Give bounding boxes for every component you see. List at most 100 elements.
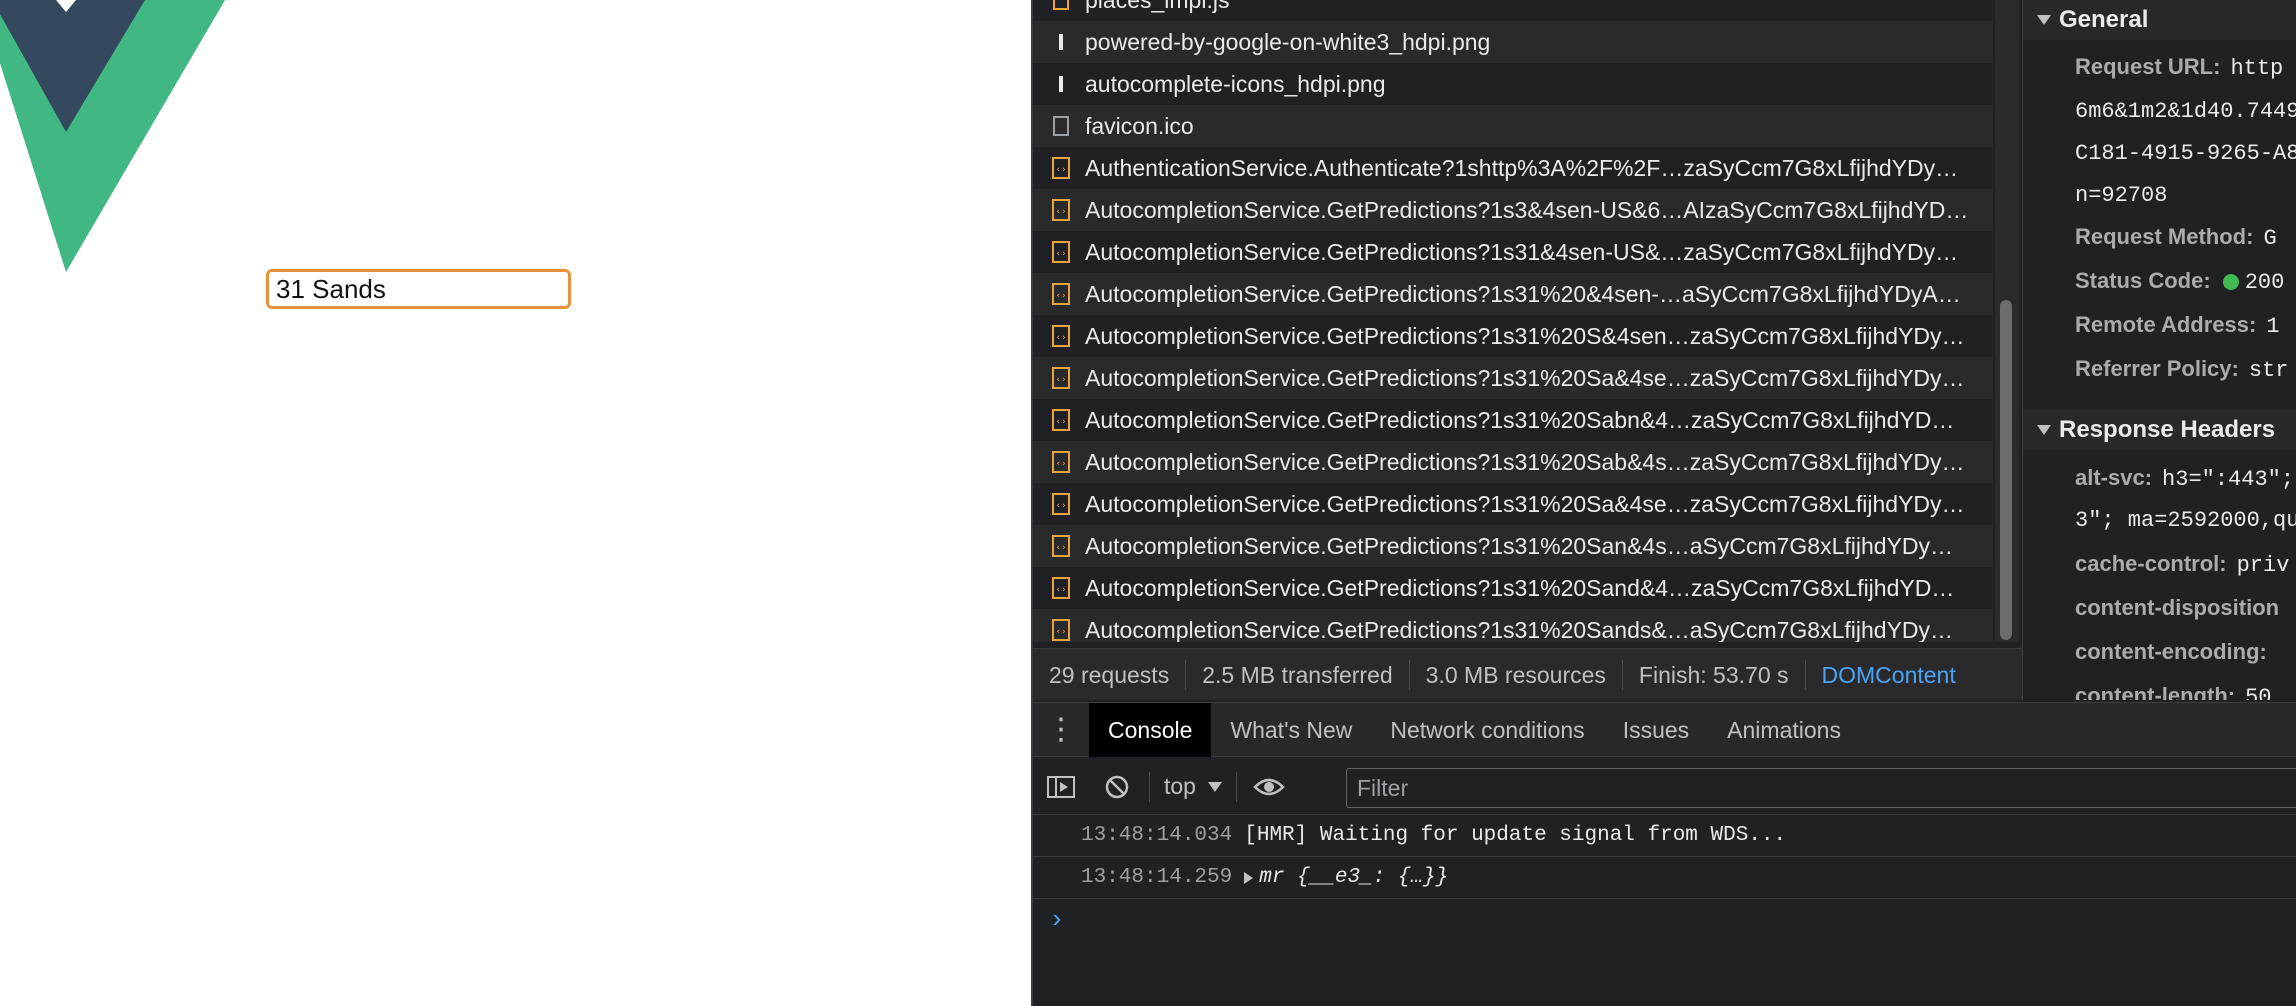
console-message: 13:48:14.034 [HMR] Waiting for update si… (1033, 815, 2296, 857)
alt-svc-continuation: 3"; ma=2592000,qu (2075, 506, 2296, 533)
request-row[interactable]: favicon.ico (1033, 105, 1993, 147)
tab-network-conditions[interactable]: Network conditions (1371, 703, 1603, 757)
xhr-file-icon: ‹› (1051, 366, 1071, 390)
response-headers-toggle[interactable]: Response Headers (2023, 410, 2296, 450)
header-value: 200 (2244, 270, 2285, 295)
tab-animations[interactable]: Animations (1708, 703, 1860, 757)
xhr-file-icon: ‹› (1051, 156, 1071, 180)
svg-text:‹›: ‹› (1056, 585, 1067, 595)
expand-object-icon[interactable] (1244, 871, 1254, 884)
js-file-icon (1051, 0, 1071, 12)
toolbar-separator (1235, 771, 1237, 802)
request-row[interactable]: ‹› AutocompletionService.GetPredictions?1… (1033, 567, 1993, 609)
tab-console[interactable]: Console (1089, 702, 1212, 757)
header-value: 50 (2245, 685, 2272, 700)
request-row[interactable]: ‹› AutocompletionService.GetPredictions?1… (1033, 609, 1993, 642)
request-url-continuation: 6m6&1m2&1d40.7449 (2075, 97, 2296, 124)
header-value: C181-4915-9265-A8 (2075, 141, 2296, 166)
content-encoding-row: content-encoding: (2075, 639, 2267, 665)
svg-text:‹›: ‹› (1056, 375, 1067, 385)
message-timestamp: 13:48:14.034 (1081, 824, 1233, 847)
xhr-file-icon: ‹› (1051, 324, 1071, 348)
request-row[interactable]: ‹› AutocompletionService.GetPredictions?1… (1033, 525, 1993, 567)
svg-text:‹›: ‹› (1056, 207, 1067, 217)
xhr-file-icon: ‹› (1051, 450, 1071, 474)
resources-size: 3.0 MB resources (1410, 659, 1623, 690)
header-key: Remote Address: (2075, 312, 2257, 337)
request-name: places_impl.js (1085, 0, 1991, 14)
svg-text:‹›: ‹› (1056, 291, 1067, 301)
request-name: autocomplete-icons_hdpi.png (1085, 70, 1386, 97)
console-message[interactable]: 13:48:14.259 mr {__e3_: {…}} (1033, 857, 2296, 899)
status-ok-icon (2222, 274, 2239, 291)
image-file-icon (1051, 72, 1071, 96)
header-value: str (2248, 358, 2289, 383)
console-filter-input[interactable] (1346, 768, 2296, 808)
xhr-file-icon: ‹› (1051, 618, 1071, 642)
request-name: AuthenticationService.Authenticate?1shtt… (1085, 154, 1959, 181)
expand-triangle-icon (2037, 15, 2051, 25)
request-count: 29 requests (1033, 659, 1187, 690)
console-prompt[interactable]: › (1049, 905, 1065, 935)
request-row[interactable]: ‹› AutocompletionService.GetPredictions?1… (1033, 273, 1993, 315)
header-key: content-encoding: (2075, 639, 2267, 664)
live-expression-eye-icon[interactable] (1241, 759, 1297, 815)
request-row[interactable]: ‹› AuthenticationService.Authenticate?1sh… (1033, 147, 1993, 189)
message-timestamp: 13:48:14.259 (1081, 866, 1233, 889)
request-name: AutocompletionService.GetPredictions?1s3… (1085, 406, 1955, 433)
xhr-file-icon: ‹› (1051, 534, 1071, 558)
toolbar-separator (1149, 771, 1150, 802)
header-value: priv (2236, 553, 2290, 578)
request-row[interactable]: autocomplete-icons_hdpi.png (1033, 63, 1993, 105)
request-name: AutocompletionService.GetPredictions?1s3… (1085, 490, 1965, 517)
image-file-icon (1051, 30, 1071, 54)
header-key: alt-svc: (2075, 465, 2153, 490)
request-name: AutocompletionService.GetPredictions?1s3… (1085, 196, 1969, 223)
svg-text:‹›: ‹› (1056, 543, 1067, 553)
svg-text:‹›: ‹› (1056, 249, 1067, 259)
request-row[interactable]: places_impl.js (1033, 0, 1993, 21)
tab-issues[interactable]: Issues (1604, 703, 1708, 757)
show-sidebar-icon[interactable] (1033, 759, 1089, 815)
request-row[interactable]: ‹› AutocompletionService.GetPredictions?1… (1033, 399, 1993, 441)
domcontentloaded-link[interactable]: DOMContent (1806, 660, 1972, 690)
message-object[interactable]: mr {__e3_: {…}} (1259, 866, 1448, 889)
request-row[interactable]: ‹› AutocompletionService.GetPredictions?1… (1033, 189, 1993, 231)
svg-text:‹›: ‹› (1056, 333, 1067, 343)
status-code-row: Status Code: 200 (2075, 268, 2284, 295)
request-name: AutocompletionService.GetPredictions?1s3… (1085, 448, 1965, 475)
header-value: n=92708 (2075, 183, 2168, 208)
header-key: Referrer Policy: (2075, 356, 2239, 381)
header-key: content-disposition (2075, 595, 2280, 620)
drawer-tab-bar: ⋮ Console What's New Network conditions Iss… (1033, 702, 2296, 757)
request-list[interactable]: places_impl.js powered-by-google-on-white… (1033, 0, 1993, 642)
request-method-row: Request Method: G (2075, 224, 2277, 251)
header-value: http (2230, 56, 2284, 81)
blank-file-icon (1051, 114, 1071, 138)
request-row[interactable]: powered-by-google-on-white3_hdpi.png (1033, 21, 1993, 63)
request-name: AutocompletionService.GetPredictions?1s3… (1085, 322, 1965, 349)
header-key: cache-control: (2075, 551, 2227, 576)
request-list-scrollbar[interactable] (1995, 0, 2019, 642)
header-value: 6m6&1m2&1d40.7449 (2075, 99, 2296, 124)
request-row[interactable]: ‹› AutocompletionService.GetPredictions?1… (1033, 315, 1993, 357)
request-row[interactable]: ‹› AutocompletionService.GetPredictions?1… (1033, 441, 1993, 483)
clear-console-icon[interactable] (1089, 759, 1145, 815)
expand-triangle-icon (2037, 425, 2051, 435)
more-tabs-menu-icon[interactable]: ⋮ (1033, 703, 1089, 757)
console-toolbar: top (1033, 759, 2296, 815)
headers-panel: General Request URL: http 6m6&1m2&1d40.74… (2022, 0, 2296, 700)
finish-time: Finish: 53.70 s (1623, 659, 1806, 690)
general-section-toggle[interactable]: General (2023, 0, 2296, 40)
execution-context-select[interactable]: top (1154, 759, 1232, 815)
tab-what-s-new[interactable]: What's New (1211, 703, 1371, 757)
svg-text:‹›: ‹› (1056, 417, 1067, 427)
general-section-title: General (2059, 6, 2149, 33)
svg-text:‹›: ‹› (1056, 459, 1067, 469)
scrollbar-thumb[interactable] (2000, 300, 2012, 640)
address-autocomplete-input[interactable] (266, 269, 571, 309)
header-key: Status Code: (2075, 268, 2211, 293)
request-row[interactable]: ‹› AutocompletionService.GetPredictions?1… (1033, 357, 1993, 399)
request-row[interactable]: ‹› AutocompletionService.GetPredictions?1… (1033, 231, 1993, 273)
request-row[interactable]: ‹› AutocompletionService.GetPredictions?1… (1033, 483, 1993, 525)
